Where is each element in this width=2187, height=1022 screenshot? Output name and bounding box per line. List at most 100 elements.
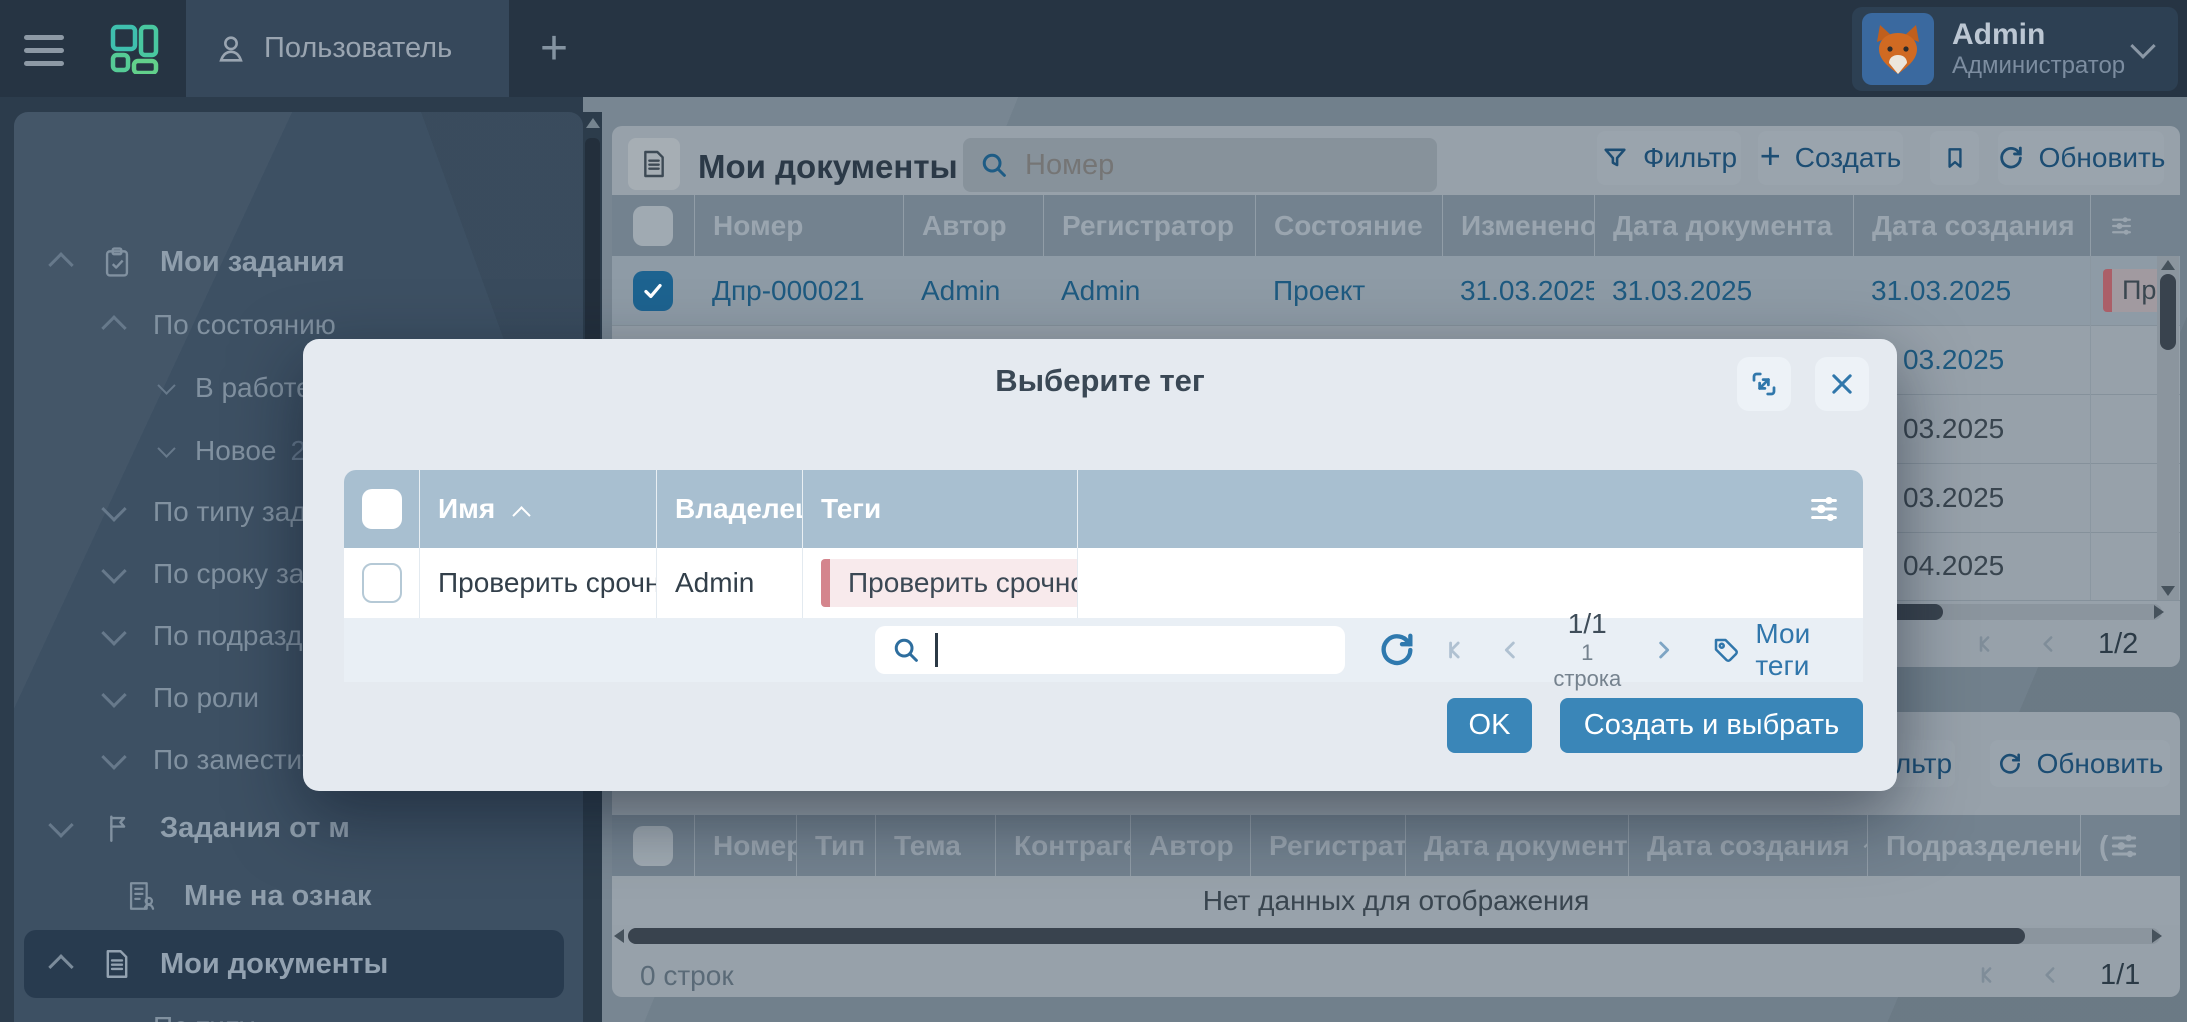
page-indicator: 1/1 <box>2100 959 2140 992</box>
column-header[interactable]: Автор <box>903 195 1043 256</box>
page-indicator: 1/2 <box>2098 628 2138 661</box>
scroll-left-icon[interactable] <box>614 929 624 943</box>
sidebar-item-for-review[interactable]: Мне на ознак <box>124 865 371 927</box>
empty-table-message: Нет данных для отображения <box>612 876 2180 925</box>
column-header-sorted[interactable]: Имя <box>419 470 656 548</box>
scrollbar-thumb[interactable] <box>2160 274 2176 350</box>
new-tab-button[interactable]: + <box>524 0 584 97</box>
column-header[interactable]: Тип <box>796 815 875 876</box>
doc-number-link[interactable]: Дпр-000021 <box>694 275 903 307</box>
dialog-title: Выберите тег <box>303 363 1897 399</box>
prev-page-icon[interactable] <box>1497 636 1525 664</box>
column-settings-icon[interactable] <box>2090 195 2180 256</box>
column-header[interactable]: Теги <box>802 470 1077 548</box>
create-button[interactable]: + Создать <box>1758 131 1903 185</box>
column-header[interactable]: Номер <box>694 815 796 876</box>
first-page-icon[interactable] <box>1443 636 1471 664</box>
column-header[interactable]: Дата документа <box>1594 195 1853 256</box>
column-header[interactable]: Регистратор <box>1043 195 1255 256</box>
select-all-checkbox[interactable] <box>362 489 402 529</box>
create-and-select-button[interactable]: Создать и выбрать <box>1560 698 1863 753</box>
column-header[interactable]: Автор <box>1130 815 1250 876</box>
my-tags-link[interactable]: Мои теги <box>1711 618 1863 682</box>
chevron-down-icon <box>101 620 126 645</box>
documents-table-header: Номер Автор Регистратор Состояние Измене… <box>612 195 2180 256</box>
column-header[interactable]: Дата документа <box>1405 815 1628 876</box>
user-menu[interactable]: Admin Администратор <box>1852 7 2178 91</box>
search-icon <box>891 635 921 665</box>
scroll-down-icon[interactable] <box>2161 586 2175 596</box>
sidebar-item-by-role[interactable]: По роли <box>105 667 259 729</box>
select-all-checkbox[interactable] <box>633 826 673 866</box>
scroll-up-icon[interactable] <box>2161 260 2175 270</box>
chevron-down-icon <box>101 1011 126 1022</box>
chevron-down-icon <box>101 744 126 769</box>
first-page-icon[interactable] <box>1976 962 2002 988</box>
select-all-checkbox[interactable] <box>633 206 673 246</box>
menu-icon[interactable] <box>24 27 64 74</box>
column-header[interactable]: Состояние <box>1255 195 1442 256</box>
column-header[interactable]: Регистратор <box>1250 815 1405 876</box>
related-table-header: Номер Тип Тема Контрагент Автор Регистра… <box>612 815 2180 876</box>
scroll-right-icon[interactable] <box>2152 929 2162 943</box>
table-horizontal-scrollbar[interactable] <box>628 928 2160 944</box>
sidebar-item-my-documents[interactable]: Мои документы <box>52 933 388 995</box>
next-page-icon[interactable] <box>1649 636 1677 664</box>
scrollbar-thumb[interactable] <box>628 928 2025 944</box>
tab-user-label: Пользователь <box>264 32 452 65</box>
column-header[interactable]: Изменено <box>1442 195 1594 256</box>
column-settings-icon[interactable] <box>2108 830 2180 862</box>
doc-registrar: Admin <box>1043 275 1255 307</box>
plus-icon: + <box>1760 135 1781 177</box>
row-checkbox-checked[interactable] <box>633 271 673 311</box>
sidebar-item-tasks-from-me[interactable]: Задания от м <box>52 797 350 859</box>
sidebar-item-my-tasks[interactable]: Мои задания <box>52 231 345 293</box>
table-row[interactable]: Дпр-000021 Admin Admin Проект 31.03.2025… <box>612 256 2180 326</box>
doc-modified: 31.03.2025 <box>1442 275 1594 307</box>
next-page-icon[interactable] <box>2176 962 2180 988</box>
column-settings-icon[interactable] <box>1077 470 1863 548</box>
page-title: Мои документы <box>698 148 958 186</box>
bookmark-icon <box>1942 145 1968 171</box>
refresh-icon[interactable] <box>1377 630 1417 670</box>
prev-page-icon[interactable] <box>2038 962 2064 988</box>
close-icon <box>1828 370 1856 398</box>
tags-table-header: Имя Владелец Теги <box>344 470 1863 548</box>
sidebar-item-docs-by-type[interactable]: По типу <box>105 996 254 1022</box>
prev-page-icon[interactable] <box>2036 631 2062 657</box>
tag-search-box[interactable] <box>875 626 1345 674</box>
expand-dialog-button[interactable] <box>1737 357 1791 411</box>
select-tag-dialog: Выберите тег Имя Владелец Теги <box>303 339 1897 791</box>
doc-author: Admin <box>903 275 1043 307</box>
sidebar-item-by-state[interactable]: По состоянию <box>105 294 336 356</box>
column-header[interactable]: Владелец <box>656 470 802 548</box>
document-icon <box>100 947 134 981</box>
scroll-right-icon[interactable] <box>2154 605 2164 619</box>
scroll-up-icon[interactable] <box>586 118 600 128</box>
column-header-clipped[interactable]: ( <box>2080 815 2180 876</box>
user-role: Администратор <box>1952 52 2125 80</box>
bookmark-button[interactable] <box>1930 131 1979 185</box>
filter-button[interactable]: Фильтр <box>1597 131 1741 185</box>
table-vertical-scrollbar[interactable] <box>2157 256 2179 600</box>
row-checkbox[interactable] <box>362 563 402 603</box>
close-dialog-button[interactable] <box>1815 357 1869 411</box>
refresh-button[interactable]: Обновить <box>1990 740 2170 787</box>
column-header[interactable]: Тема <box>875 815 995 876</box>
ok-button[interactable]: OK <box>1447 698 1532 753</box>
column-header[interactable]: Дата создания <box>1853 195 2090 256</box>
sidebar-item-new[interactable]: Новое 23 <box>160 420 322 482</box>
apps-grid-icon[interactable] <box>110 24 160 74</box>
column-header[interactable]: Контрагент <box>995 815 1130 876</box>
tag-icon <box>1711 635 1741 665</box>
refresh-icon <box>1997 144 2025 172</box>
doc-state: Проект <box>1255 275 1442 307</box>
column-header[interactable]: Подразделение <box>1867 815 2080 876</box>
next-page-icon[interactable] <box>2174 631 2180 657</box>
column-header[interactable]: Номер <box>694 195 903 256</box>
refresh-button[interactable]: Обновить <box>1998 131 2164 185</box>
tab-user[interactable]: Пользователь <box>186 0 509 97</box>
search-input[interactable] <box>1023 148 1437 183</box>
column-header-sorted[interactable]: Дата создания <box>1628 815 1867 876</box>
first-page-icon[interactable] <box>1974 631 2000 657</box>
